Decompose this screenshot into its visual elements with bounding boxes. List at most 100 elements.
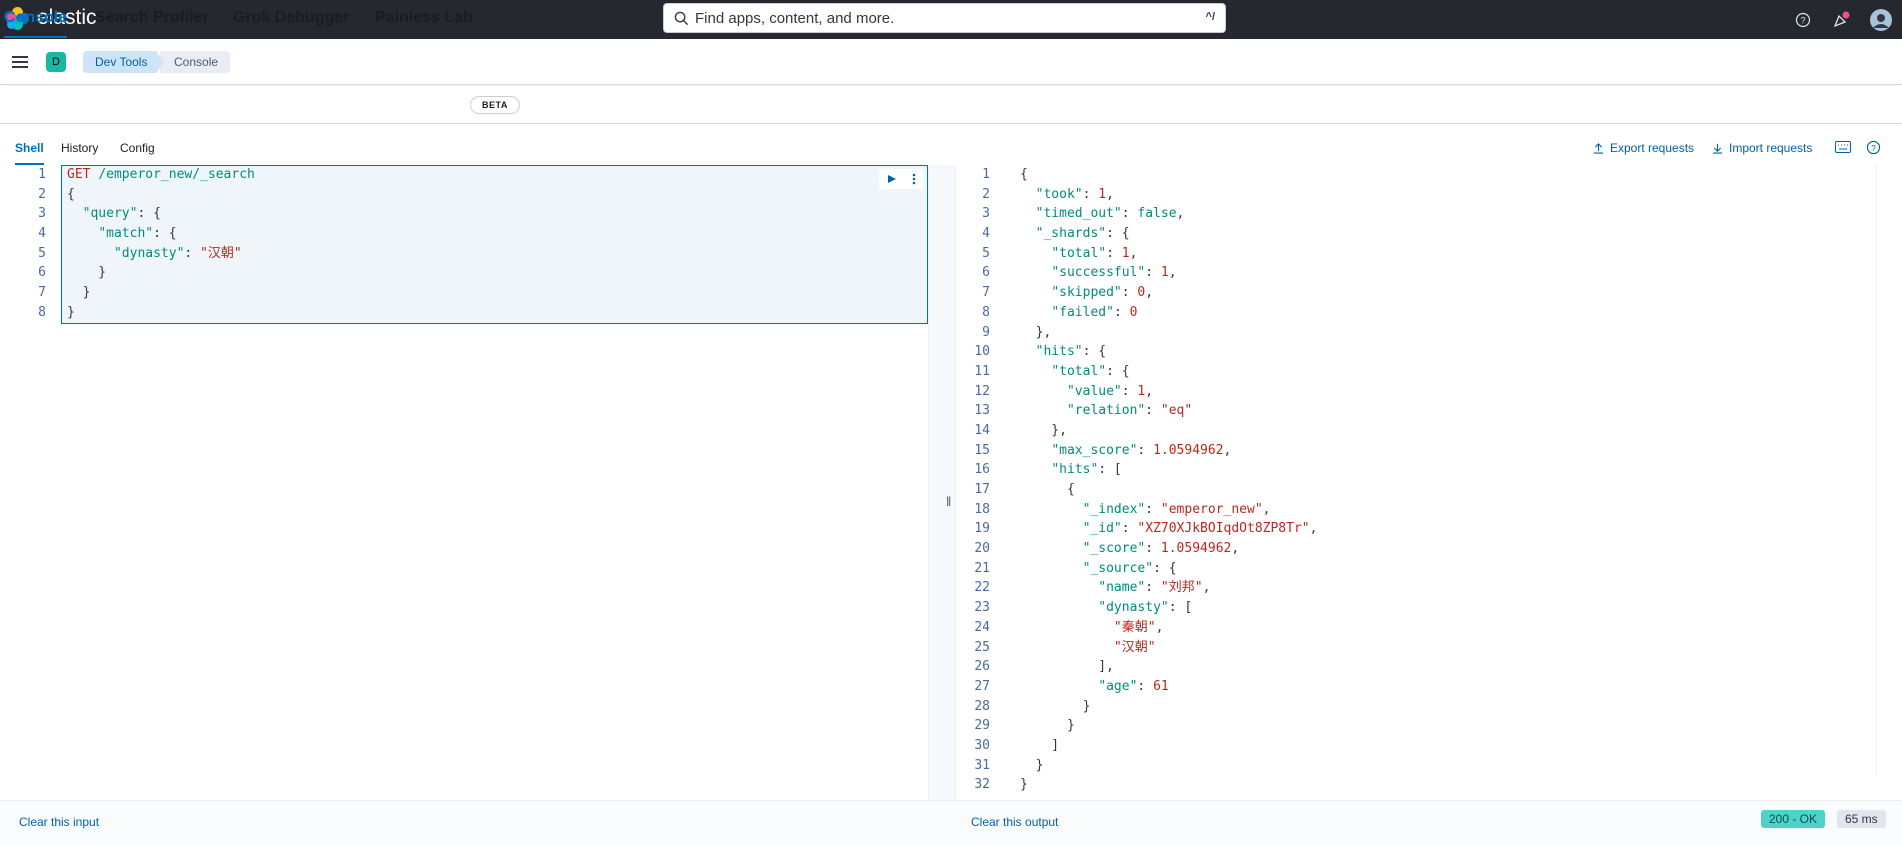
menu-icon[interactable] bbox=[10, 52, 30, 72]
tab-config[interactable]: Config bbox=[120, 141, 155, 165]
json-key: "timed_out" bbox=[1035, 206, 1122, 222]
beta-badge: BETA bbox=[470, 96, 520, 114]
request-line-number: 3 bbox=[38, 206, 46, 222]
space-avatar[interactable]: D bbox=[46, 52, 66, 72]
json-key: "total" bbox=[1051, 363, 1107, 379]
response-time-badge: 65 ms bbox=[1837, 810, 1886, 828]
code-line: "successful": 1, bbox=[1051, 265, 1177, 281]
response-line-number: 20 bbox=[974, 541, 990, 557]
shards-total-value: 1 bbox=[1121, 245, 1130, 261]
tab-painless-lab[interactable]: Painless Lab bbox=[375, 9, 473, 38]
search-icon bbox=[674, 11, 689, 25]
request-line-number: 2 bbox=[38, 186, 46, 202]
tab-grok-debugger[interactable]: Grok Debugger bbox=[233, 9, 349, 38]
code-line: "name": "刘邦", bbox=[1098, 580, 1211, 596]
json-key: "_score" bbox=[1082, 541, 1146, 557]
response-viewer: 1 2 3 4 5 6 7 8 9 10 11 12 13 14 15 16 17 18 19 20 21 22 23 24 2… bbox=[956, 165, 1886, 800]
request-code: GET /emperor_new/_search { "query": { "m… bbox=[67, 165, 255, 323]
request-line-numbers: 1 2 3 4 5 6 7 8 bbox=[0, 165, 58, 323]
hit-index-value: "emperor_new" bbox=[1160, 501, 1263, 517]
request-line-number: 4 bbox=[38, 226, 46, 242]
query-key: "query" bbox=[82, 206, 138, 222]
response-line-number: 25 bbox=[974, 639, 990, 655]
response-line-number: 14 bbox=[974, 422, 990, 438]
response-line-number: 24 bbox=[974, 619, 990, 635]
code-line: ], bbox=[1020, 659, 1114, 675]
json-key: "hits" bbox=[1051, 462, 1099, 478]
response-line-number: 18 bbox=[974, 501, 990, 517]
clear-input-button[interactable]: Clear this input bbox=[19, 815, 99, 829]
response-line-number: 12 bbox=[974, 383, 990, 399]
request-path: /emperor_new/_search bbox=[98, 167, 255, 182]
response-line-number: 26 bbox=[974, 659, 990, 675]
clear-output-button[interactable]: Clear this output bbox=[971, 815, 1058, 829]
response-code: { "took": 1, "timed_out": false, "_shard… bbox=[1020, 165, 1317, 795]
response-line-number: 23 bbox=[974, 600, 990, 616]
import-requests-button[interactable]: Import requests bbox=[1712, 141, 1812, 155]
code-line: GET /emperor_new/_search bbox=[67, 165, 255, 185]
json-key: "name" bbox=[1098, 580, 1146, 596]
global-search-input[interactable]: Find apps, content, and more. ^/ bbox=[663, 3, 1226, 33]
shards-failed-value: 0 bbox=[1129, 304, 1138, 320]
response-line-number: 9 bbox=[982, 324, 990, 340]
breadcrumb-separator bbox=[156, 51, 164, 73]
response-line-number: 28 bbox=[974, 698, 990, 714]
request-line-number: 8 bbox=[38, 304, 46, 320]
search-shortcut: ^/ bbox=[1205, 11, 1215, 23]
json-key: "_id" bbox=[1082, 521, 1122, 537]
code-line: "hits": { bbox=[1035, 344, 1107, 360]
json-key: "value" bbox=[1066, 383, 1122, 399]
breadcrumb-dev-tools[interactable]: Dev Tools bbox=[83, 51, 158, 73]
tab-shell[interactable]: Shell bbox=[15, 141, 44, 165]
resize-handle-icon[interactable]: ǁ bbox=[946, 494, 951, 509]
newsfeed-icon[interactable] bbox=[1822, 0, 1860, 39]
tab-console[interactable]: Console bbox=[4, 9, 68, 38]
json-key: "relation" bbox=[1066, 403, 1146, 419]
pane-resizer[interactable] bbox=[928, 165, 956, 800]
response-line-number: 31 bbox=[974, 757, 990, 773]
help-icon-console[interactable]: ? bbox=[1866, 140, 1881, 155]
json-key: "hits" bbox=[1035, 344, 1083, 360]
import-label: Import requests bbox=[1729, 141, 1813, 155]
code-line: "max_score": 1.0594962, bbox=[1051, 442, 1232, 458]
tab-history[interactable]: History bbox=[61, 141, 98, 165]
response-line-number: 13 bbox=[974, 403, 990, 419]
code-line: "failed": 0 bbox=[1051, 304, 1138, 320]
code-line: "age": 61 bbox=[1098, 678, 1169, 694]
export-requests-button[interactable]: Export requests bbox=[1593, 141, 1694, 155]
request-line-number: 1 bbox=[38, 167, 46, 182]
field-key: "dynasty" bbox=[113, 245, 185, 261]
code-line: "_id": "XZ70XJkBOIqdOt8ZP8Tr", bbox=[1082, 521, 1318, 537]
user-avatar[interactable] bbox=[1860, 0, 1902, 39]
response-line-number: 21 bbox=[974, 560, 990, 576]
upload-icon bbox=[1593, 142, 1604, 154]
took-value: 1 bbox=[1098, 186, 1107, 202]
source-age-value: 61 bbox=[1153, 678, 1169, 694]
code-line: } bbox=[67, 285, 91, 301]
code-line: } bbox=[1020, 757, 1044, 773]
response-line-number: 6 bbox=[982, 265, 990, 281]
keyboard-shortcuts-icon[interactable] bbox=[1835, 141, 1851, 153]
response-line-number: 1 bbox=[982, 167, 990, 182]
response-line-number: 4 bbox=[982, 226, 990, 242]
response-line-number: 22 bbox=[974, 580, 990, 596]
timed-out-value: false bbox=[1137, 206, 1177, 222]
json-key: "took" bbox=[1035, 186, 1083, 202]
json-key: "failed" bbox=[1051, 304, 1114, 320]
json-key: "skipped" bbox=[1051, 285, 1122, 301]
request-method: GET bbox=[67, 167, 91, 182]
code-line: "dynasty": "汉朝" bbox=[113, 245, 242, 261]
code-line: } bbox=[67, 304, 75, 320]
response-line-number: 3 bbox=[982, 206, 990, 222]
code-line: "took": 1, bbox=[1035, 186, 1114, 202]
request-line-number: 7 bbox=[38, 285, 46, 301]
code-line: { bbox=[1020, 482, 1075, 497]
response-line-number: 8 bbox=[982, 304, 990, 320]
response-line-number: 15 bbox=[974, 442, 990, 458]
response-scrollbar[interactable] bbox=[1876, 165, 1890, 775]
source-dynasty-2: "汉朝" bbox=[1113, 639, 1156, 655]
request-editor[interactable]: 1 2 3 4 5 6 7 8 GET /emperor_new/_search { "que… bbox=[0, 165, 928, 800]
tab-search-profiler[interactable]: Search Profiler bbox=[95, 9, 209, 38]
code-line: "total": 1, bbox=[1051, 245, 1138, 261]
help-icon[interactable]: ? bbox=[1784, 0, 1822, 39]
